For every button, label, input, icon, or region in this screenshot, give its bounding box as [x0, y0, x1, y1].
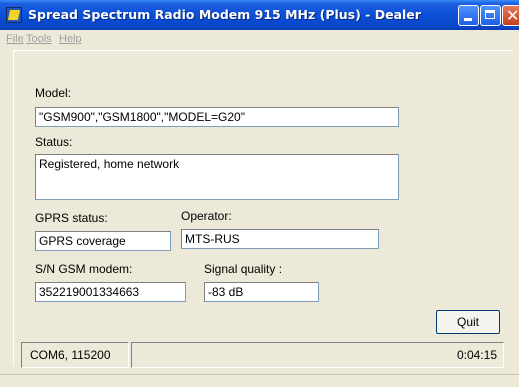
app-icon[interactable] — [6, 7, 22, 23]
status-label: Status: — [35, 135, 73, 149]
close-button[interactable]: ✕ — [502, 5, 519, 26]
menu-tools[interactable]: Tools — [26, 33, 52, 45]
signal-quality-field[interactable]: -83 dB — [204, 282, 319, 302]
minimize-button[interactable] — [458, 5, 479, 26]
app-window: Spread Spectrum Radio Modem 915 MHz (Plu… — [0, 0, 519, 387]
maximize-button[interactable] — [480, 5, 501, 26]
gprs-status-field[interactable]: GPRS coverage — [35, 231, 171, 251]
menu-help[interactable]: Help — [59, 33, 82, 45]
operator-label: Operator: — [181, 209, 232, 223]
model-label: Model: — [35, 86, 72, 100]
menu-file[interactable]: File — [6, 33, 24, 45]
status-time: 0:04:15 — [131, 342, 504, 368]
operator-field[interactable]: MTS-RUS — [181, 229, 379, 249]
close-icon: ✕ — [506, 6, 519, 25]
title-bar[interactable]: Spread Spectrum Radio Modem 915 MHz (Plu… — [0, 0, 519, 30]
signal-quality-label: Signal quality : — [204, 262, 283, 276]
quit-button[interactable]: Quit — [436, 310, 500, 334]
menu-bar: File Tools Help — [0, 30, 519, 49]
sn-label: S/N GSM modem: — [35, 262, 133, 276]
status-field[interactable]: Registered, home network — [35, 154, 399, 200]
gprs-status-label: GPRS status: — [35, 211, 108, 225]
window-title: Spread Spectrum Radio Modem 915 MHz (Plu… — [28, 7, 421, 22]
window-frame-left — [0, 30, 13, 386]
sn-field[interactable]: 352219001334663 — [35, 282, 186, 302]
status-port: COM6, 115200 — [21, 342, 129, 368]
model-field[interactable]: "GSM900","GSM1800","MODEL=G20" — [35, 107, 399, 127]
window-bottom-edge — [0, 374, 519, 387]
